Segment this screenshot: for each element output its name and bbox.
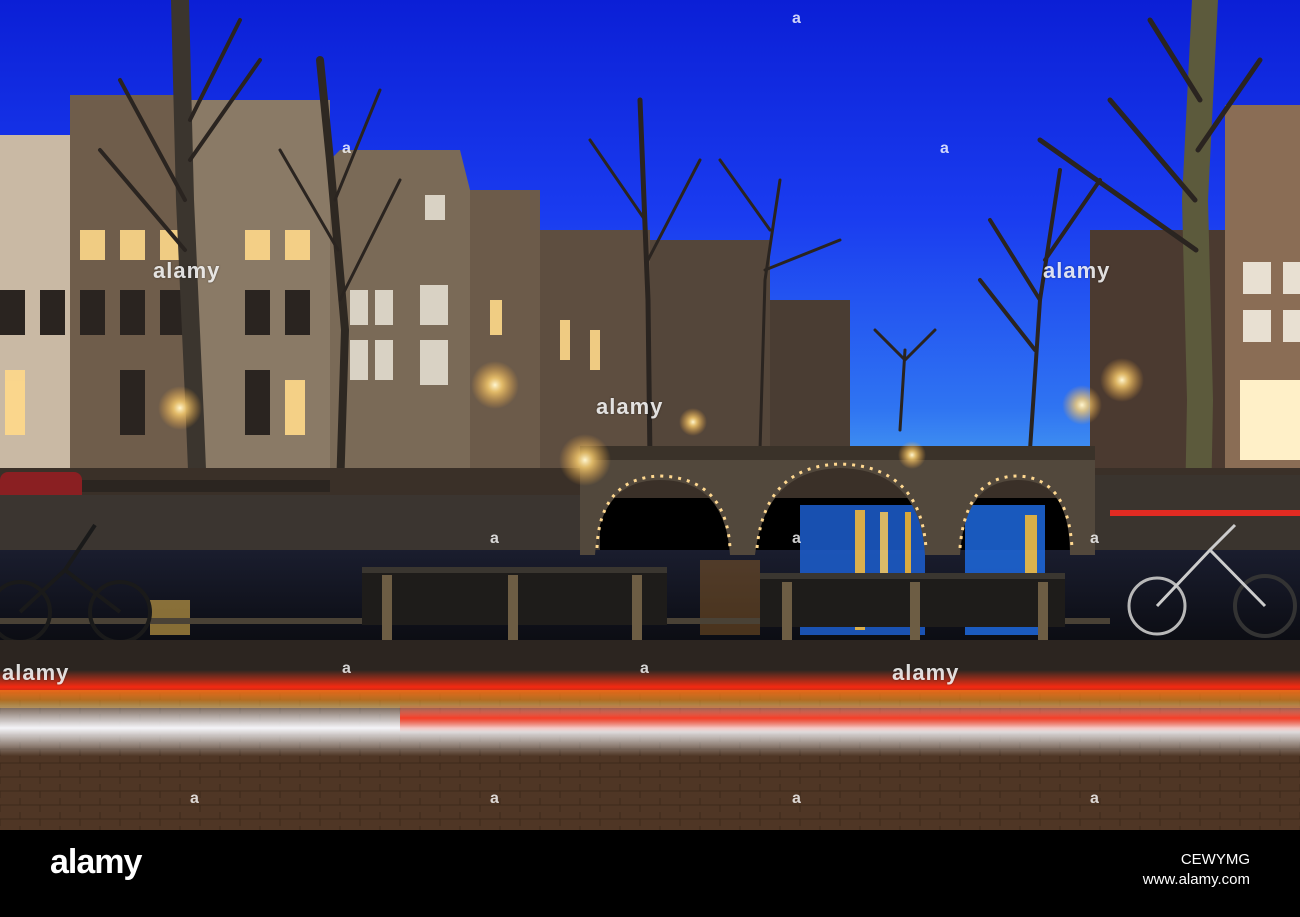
image-id: CEWYMG <box>1180 851 1250 868</box>
watermark-mark-6: a <box>1090 530 1099 547</box>
footer-bar <box>0 830 1300 917</box>
watermark-mark-4: a <box>490 530 499 547</box>
watermark-bottom-right: alamy <box>892 660 960 685</box>
watermark-mark-1: a <box>792 10 801 27</box>
watermark-mark-3: a <box>940 140 949 157</box>
watermark-mark-8: a <box>490 790 499 807</box>
watermark-mark-11: a <box>342 660 351 677</box>
brand-logo[interactable]: alamy <box>50 843 142 882</box>
watermark-right: alamy <box>1043 258 1111 283</box>
site-url[interactable]: www.alamy.com <box>1143 870 1250 890</box>
watermark-center: alamy <box>153 258 221 283</box>
watermark-mark-7: a <box>190 790 199 807</box>
watermark-bottom-left: alamy <box>2 660 70 685</box>
watermark-mark-9: a <box>792 790 801 807</box>
watermark-mark-12: a <box>640 660 649 677</box>
quay-wall <box>0 495 600 555</box>
watermark-mark-10: a <box>1090 790 1099 807</box>
watermark-middle: alamy <box>596 394 664 419</box>
watermark-mark-2: a <box>342 140 351 157</box>
image-id-block: CEWYMG www.alamy.com <box>1143 850 1250 890</box>
watermark-mark-5: a <box>792 530 801 547</box>
